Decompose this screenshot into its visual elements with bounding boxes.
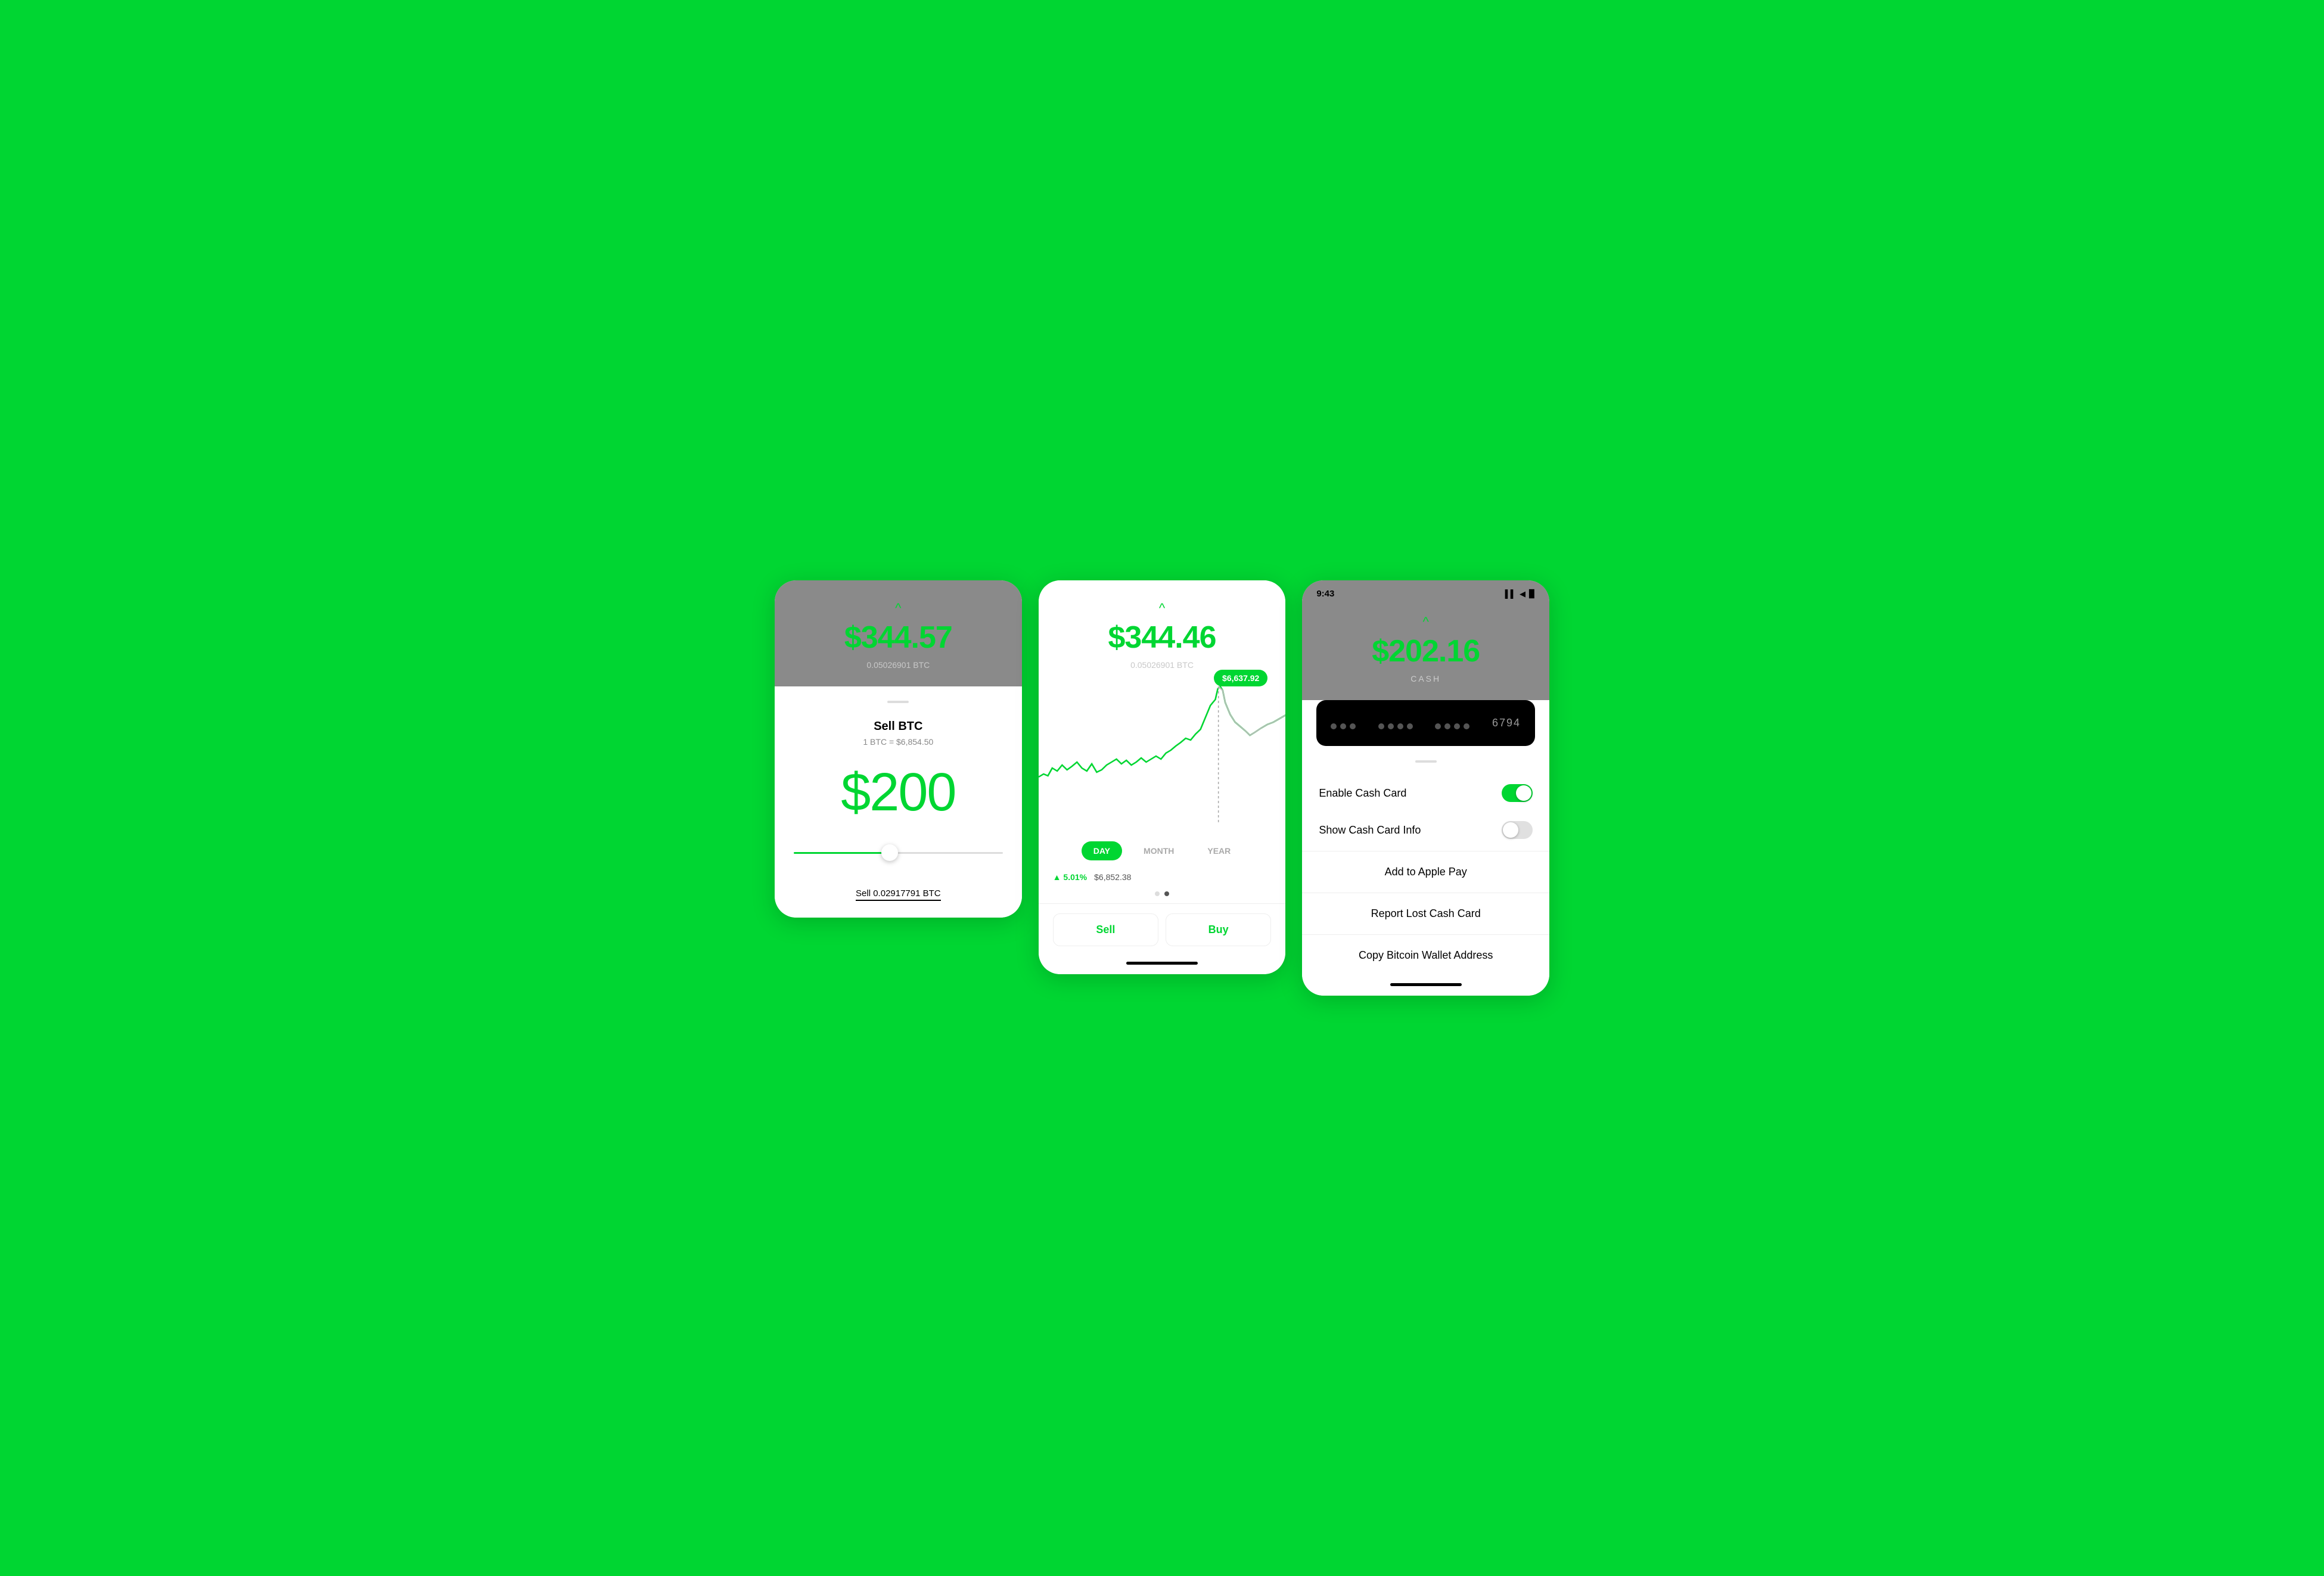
status-time: 9:43: [1316, 589, 1334, 599]
cash-card-visual: 6794: [1316, 700, 1535, 746]
sell-title: Sell BTC: [874, 720, 922, 733]
price-change-pct: ▲ 5.01%: [1053, 872, 1087, 882]
card-dot: [1331, 723, 1337, 729]
sell-btc-footer: Sell 0.02917791 BTC: [856, 888, 941, 899]
chevron-up-icon[interactable]: ^: [895, 602, 901, 615]
card-dot: [1464, 723, 1469, 729]
btc-price-display: $344.57: [844, 620, 952, 655]
card-dot: [1407, 723, 1413, 729]
tab-month[interactable]: MONTH: [1132, 841, 1186, 860]
sell-amount-display: $200: [841, 766, 955, 819]
screen1-sell-panel: Sell BTC 1 BTC = $6,854.50 $200 Sell 0.0…: [775, 686, 1022, 918]
sell-button[interactable]: Sell: [1053, 913, 1158, 946]
show-cash-card-info-row: Show Cash Card Info: [1302, 812, 1549, 848]
cash-label: CASH: [1410, 674, 1441, 683]
status-icons: ▌▌ ◀ ▉: [1505, 589, 1535, 599]
buy-button[interactable]: Buy: [1166, 913, 1271, 946]
screen-btc-chart: ^ $344.46 0.05026901 BTC $6,637.92 DAY M…: [1039, 580, 1286, 974]
page-dots: [1039, 891, 1286, 903]
tab-day[interactable]: DAY: [1082, 841, 1122, 860]
card-dots-2: [1378, 723, 1413, 729]
btc-price-display-2: $344.46: [1108, 620, 1216, 655]
card-dot: [1397, 723, 1403, 729]
toggle-thumb-off: [1503, 822, 1518, 838]
show-cash-card-info-label: Show Cash Card Info: [1319, 824, 1421, 837]
card-dot: [1435, 723, 1441, 729]
card-dot: [1388, 723, 1394, 729]
home-indicator-3: [1390, 983, 1462, 986]
home-indicator-area-2: [1039, 956, 1286, 974]
enable-cash-card-toggle[interactable]: [1502, 784, 1533, 802]
screen2-header: ^ $344.46 0.05026901 BTC: [1039, 580, 1286, 670]
toggle-thumb-on: [1516, 785, 1531, 801]
card-dots-1: [1331, 723, 1356, 729]
card-dot: [1454, 723, 1460, 729]
screens-container: ^ $344.57 0.05026901 BTC Sell BTC 1 BTC …: [775, 580, 1549, 996]
add-to-apple-pay-button[interactable]: Add to Apple Pay: [1302, 854, 1549, 890]
copy-bitcoin-wallet-button[interactable]: Copy Bitcoin Wallet Address: [1302, 937, 1549, 974]
screen-sell-btc: ^ $344.57 0.05026901 BTC Sell BTC 1 BTC …: [775, 580, 1022, 918]
dot-2: [1164, 891, 1169, 896]
status-bar: 9:43 ▌▌ ◀ ▉: [1302, 580, 1549, 604]
wifi-icon: ◀: [1520, 589, 1525, 599]
drag-handle[interactable]: [887, 701, 909, 703]
card-dots-3: [1435, 723, 1469, 729]
chevron-up-icon-2[interactable]: ^: [1159, 602, 1165, 615]
buy-sell-actions: Sell Buy: [1039, 903, 1286, 956]
screen1-header: ^ $344.57 0.05026901 BTC: [775, 580, 1022, 686]
screen3-header: ^ $202.16 CASH: [1302, 604, 1549, 700]
amount-slider[interactable]: [794, 843, 1003, 862]
chevron-up-icon-3[interactable]: ^: [1423, 616, 1429, 629]
enable-cash-card-row: Enable Cash Card: [1302, 775, 1549, 812]
report-lost-cash-card-button[interactable]: Report Lost Cash Card: [1302, 896, 1549, 932]
slider-track: [794, 852, 1003, 854]
card-last4: 6794: [1492, 717, 1521, 729]
sell-rate: 1 BTC = $6,854.50: [863, 737, 933, 747]
signal-icon: ▌▌: [1505, 589, 1516, 598]
card-dot: [1444, 723, 1450, 729]
current-price: $6,852.38: [1094, 872, 1131, 882]
cash-amount: $202.16: [1372, 633, 1480, 669]
chart-tabs: DAY MONTH YEAR: [1039, 834, 1286, 868]
card-dot: [1350, 723, 1356, 729]
chart-tooltip: $6,637.92: [1214, 670, 1267, 686]
divider-3: [1302, 934, 1549, 935]
home-indicator-2: [1126, 962, 1198, 965]
chart-wrapper: $6,637.92: [1039, 670, 1286, 825]
sheet-drag-handle[interactable]: [1415, 760, 1437, 763]
btc-quantity: 0.05026901 BTC: [866, 660, 930, 670]
card-dot: [1378, 723, 1384, 729]
show-cash-card-info-toggle[interactable]: [1502, 821, 1533, 839]
btc-quantity-2: 0.05026901 BTC: [1130, 660, 1194, 670]
tab-year[interactable]: YEAR: [1195, 841, 1242, 860]
chart-section: $6,637.92: [1039, 670, 1286, 834]
chart-stats: ▲ 5.01% $6,852.38: [1039, 868, 1286, 891]
slider-thumb[interactable]: [881, 844, 898, 861]
battery-icon: ▉: [1529, 589, 1535, 599]
settings-sheet: Enable Cash Card Show Cash Card Info Add…: [1302, 753, 1549, 974]
home-indicator-area-3: [1302, 974, 1549, 996]
screen-cash-card: 9:43 ▌▌ ◀ ▉ ^ $202.16 CASH: [1302, 580, 1549, 996]
dot-1: [1155, 891, 1160, 896]
sell-btc-amount: Sell 0.02917791 BTC: [856, 888, 941, 901]
enable-cash-card-label: Enable Cash Card: [1319, 787, 1406, 800]
card-dot: [1340, 723, 1346, 729]
btc-chart-svg: [1039, 670, 1286, 825]
